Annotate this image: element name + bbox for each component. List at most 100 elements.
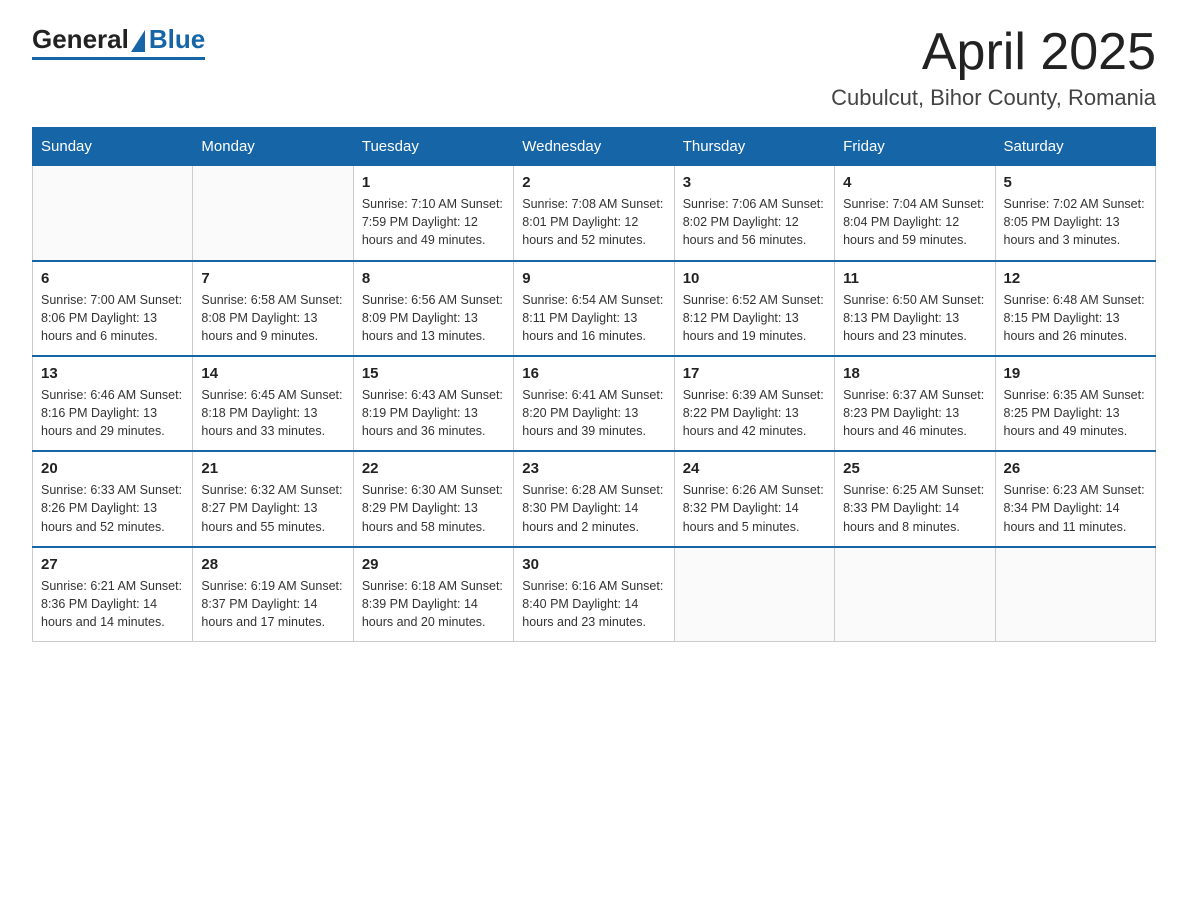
day-number: 1 bbox=[362, 174, 505, 191]
day-info: Sunrise: 7:02 AM Sunset: 8:05 PM Dayligh… bbox=[1004, 195, 1147, 249]
calendar-week-row: 1 Sunrise: 7:10 AM Sunset: 7:59 PM Daylig… bbox=[33, 166, 1156, 261]
day-number: 21 bbox=[201, 460, 344, 477]
calendar-cell: 29Sunrise: 6:18 AM Sunset: 8:39 PM Dayli… bbox=[353, 547, 513, 642]
day-number: 16 bbox=[522, 365, 665, 382]
day-number: 5 bbox=[1004, 174, 1147, 191]
calendar-cell: 5 Sunrise: 7:02 AM Sunset: 8:05 PM Daylig… bbox=[995, 166, 1155, 261]
day-info: Sunrise: 6:25 AM Sunset: 8:33 PM Dayligh… bbox=[843, 481, 986, 535]
calendar-header-row: SundayMondayTuesdayWednesdayThursdayFrid… bbox=[33, 128, 1156, 166]
calendar-cell: 9 Sunrise: 6:54 AM Sunset: 8:11 PM Daylig… bbox=[514, 261, 674, 356]
calendar-cell bbox=[33, 166, 193, 261]
calendar-table: SundayMondayTuesdayWednesdayThursdayFrid… bbox=[32, 127, 1156, 642]
calendar-cell: 30Sunrise: 6:16 AM Sunset: 8:40 PM Dayli… bbox=[514, 547, 674, 642]
calendar-cell: 15 Sunrise: 6:43 AM Sunset: 8:19 PM Dayli… bbox=[353, 356, 513, 451]
calendar-cell: 18 Sunrise: 6:37 AM Sunset: 8:23 PM Dayli… bbox=[835, 356, 995, 451]
logo-blue-text: Blue bbox=[149, 24, 205, 55]
day-info: Sunrise: 6:41 AM Sunset: 8:20 PM Dayligh… bbox=[522, 386, 665, 440]
calendar-cell: 21 Sunrise: 6:32 AM Sunset: 8:27 PM Dayli… bbox=[193, 451, 353, 546]
calendar-cell: 22Sunrise: 6:30 AM Sunset: 8:29 PM Dayli… bbox=[353, 451, 513, 546]
day-info: Sunrise: 6:45 AM Sunset: 8:18 PM Dayligh… bbox=[201, 386, 344, 440]
day-number: 30 bbox=[522, 556, 665, 573]
location-title: Cubulcut, Bihor County, Romania bbox=[831, 85, 1156, 111]
day-info: Sunrise: 6:35 AM Sunset: 8:25 PM Dayligh… bbox=[1004, 386, 1147, 440]
day-info: Sunrise: 6:26 AM Sunset: 8:32 PM Dayligh… bbox=[683, 481, 826, 535]
calendar-week-row: 6 Sunrise: 7:00 AM Sunset: 8:06 PM Daylig… bbox=[33, 261, 1156, 356]
calendar-cell bbox=[193, 166, 353, 261]
calendar-day-header: Wednesday bbox=[514, 128, 674, 166]
calendar-cell: 6 Sunrise: 7:00 AM Sunset: 8:06 PM Daylig… bbox=[33, 261, 193, 356]
title-block: April 2025 Cubulcut, Bihor County, Roman… bbox=[831, 24, 1156, 111]
day-info: Sunrise: 7:08 AM Sunset: 8:01 PM Dayligh… bbox=[522, 195, 665, 249]
calendar-cell bbox=[674, 547, 834, 642]
day-info: Sunrise: 6:46 AM Sunset: 8:16 PM Dayligh… bbox=[41, 386, 184, 440]
calendar-cell: 3 Sunrise: 7:06 AM Sunset: 8:02 PM Daylig… bbox=[674, 166, 834, 261]
day-info: Sunrise: 7:06 AM Sunset: 8:02 PM Dayligh… bbox=[683, 195, 826, 249]
day-info: Sunrise: 6:37 AM Sunset: 8:23 PM Dayligh… bbox=[843, 386, 986, 440]
day-number: 7 bbox=[201, 270, 344, 287]
day-number: 9 bbox=[522, 270, 665, 287]
calendar-cell: 16 Sunrise: 6:41 AM Sunset: 8:20 PM Dayli… bbox=[514, 356, 674, 451]
day-info: Sunrise: 6:33 AM Sunset: 8:26 PM Dayligh… bbox=[41, 481, 184, 535]
logo-triangle-icon bbox=[131, 30, 145, 52]
day-info: Sunrise: 6:32 AM Sunset: 8:27 PM Dayligh… bbox=[201, 481, 344, 535]
day-number: 4 bbox=[843, 174, 986, 191]
calendar-cell: 25 Sunrise: 6:25 AM Sunset: 8:33 PM Dayli… bbox=[835, 451, 995, 546]
day-info: Sunrise: 6:30 AM Sunset: 8:29 PM Dayligh… bbox=[362, 481, 505, 535]
day-info: Sunrise: 6:21 AM Sunset: 8:36 PM Dayligh… bbox=[41, 577, 184, 631]
day-info: Sunrise: 7:10 AM Sunset: 7:59 PM Dayligh… bbox=[362, 195, 505, 249]
day-number: 8 bbox=[362, 270, 505, 287]
calendar-day-header: Saturday bbox=[995, 128, 1155, 166]
calendar-week-row: 13 Sunrise: 6:46 AM Sunset: 8:16 PM Dayli… bbox=[33, 356, 1156, 451]
calendar-cell: 28 Sunrise: 6:19 AM Sunset: 8:37 PM Dayli… bbox=[193, 547, 353, 642]
logo: General Blue bbox=[32, 24, 205, 60]
calendar-cell: 7 Sunrise: 6:58 AM Sunset: 8:08 PM Daylig… bbox=[193, 261, 353, 356]
day-number: 12 bbox=[1004, 270, 1147, 287]
calendar-cell: 23Sunrise: 6:28 AM Sunset: 8:30 PM Dayli… bbox=[514, 451, 674, 546]
day-info: Sunrise: 6:56 AM Sunset: 8:09 PM Dayligh… bbox=[362, 291, 505, 345]
day-number: 3 bbox=[683, 174, 826, 191]
day-number: 25 bbox=[843, 460, 986, 477]
calendar-cell bbox=[995, 547, 1155, 642]
logo-underline bbox=[32, 57, 205, 60]
day-number: 13 bbox=[41, 365, 184, 382]
day-number: 20 bbox=[41, 460, 184, 477]
calendar-day-header: Thursday bbox=[674, 128, 834, 166]
day-number: 28 bbox=[201, 556, 344, 573]
calendar-cell: 8 Sunrise: 6:56 AM Sunset: 8:09 PM Daylig… bbox=[353, 261, 513, 356]
day-info: Sunrise: 6:58 AM Sunset: 8:08 PM Dayligh… bbox=[201, 291, 344, 345]
day-number: 2 bbox=[522, 174, 665, 191]
calendar-day-header: Friday bbox=[835, 128, 995, 166]
day-number: 10 bbox=[683, 270, 826, 287]
day-info: Sunrise: 6:50 AM Sunset: 8:13 PM Dayligh… bbox=[843, 291, 986, 345]
day-number: 6 bbox=[41, 270, 184, 287]
day-number: 29 bbox=[362, 556, 505, 573]
calendar-day-header: Sunday bbox=[33, 128, 193, 166]
calendar-week-row: 27Sunrise: 6:21 AM Sunset: 8:36 PM Dayli… bbox=[33, 547, 1156, 642]
calendar-cell: 10 Sunrise: 6:52 AM Sunset: 8:12 PM Dayli… bbox=[674, 261, 834, 356]
calendar-cell: 11 Sunrise: 6:50 AM Sunset: 8:13 PM Dayli… bbox=[835, 261, 995, 356]
calendar-cell: 27Sunrise: 6:21 AM Sunset: 8:36 PM Dayli… bbox=[33, 547, 193, 642]
day-info: Sunrise: 6:52 AM Sunset: 8:12 PM Dayligh… bbox=[683, 291, 826, 345]
day-number: 26 bbox=[1004, 460, 1147, 477]
calendar-cell: 19 Sunrise: 6:35 AM Sunset: 8:25 PM Dayli… bbox=[995, 356, 1155, 451]
calendar-week-row: 20 Sunrise: 6:33 AM Sunset: 8:26 PM Dayli… bbox=[33, 451, 1156, 546]
day-info: Sunrise: 6:54 AM Sunset: 8:11 PM Dayligh… bbox=[522, 291, 665, 345]
day-info: Sunrise: 6:48 AM Sunset: 8:15 PM Dayligh… bbox=[1004, 291, 1147, 345]
day-number: 14 bbox=[201, 365, 344, 382]
day-info: Sunrise: 6:43 AM Sunset: 8:19 PM Dayligh… bbox=[362, 386, 505, 440]
day-number: 17 bbox=[683, 365, 826, 382]
day-number: 23 bbox=[522, 460, 665, 477]
calendar-cell: 13 Sunrise: 6:46 AM Sunset: 8:16 PM Dayli… bbox=[33, 356, 193, 451]
day-info: Sunrise: 7:00 AM Sunset: 8:06 PM Dayligh… bbox=[41, 291, 184, 345]
day-number: 24 bbox=[683, 460, 826, 477]
day-info: Sunrise: 6:23 AM Sunset: 8:34 PM Dayligh… bbox=[1004, 481, 1147, 535]
calendar-cell: 26 Sunrise: 6:23 AM Sunset: 8:34 PM Dayli… bbox=[995, 451, 1155, 546]
calendar-day-header: Monday bbox=[193, 128, 353, 166]
calendar-cell: 24 Sunrise: 6:26 AM Sunset: 8:32 PM Dayli… bbox=[674, 451, 834, 546]
day-number: 11 bbox=[843, 270, 986, 287]
day-info: Sunrise: 6:19 AM Sunset: 8:37 PM Dayligh… bbox=[201, 577, 344, 631]
day-number: 15 bbox=[362, 365, 505, 382]
day-number: 18 bbox=[843, 365, 986, 382]
day-number: 19 bbox=[1004, 365, 1147, 382]
calendar-cell: 17Sunrise: 6:39 AM Sunset: 8:22 PM Dayli… bbox=[674, 356, 834, 451]
